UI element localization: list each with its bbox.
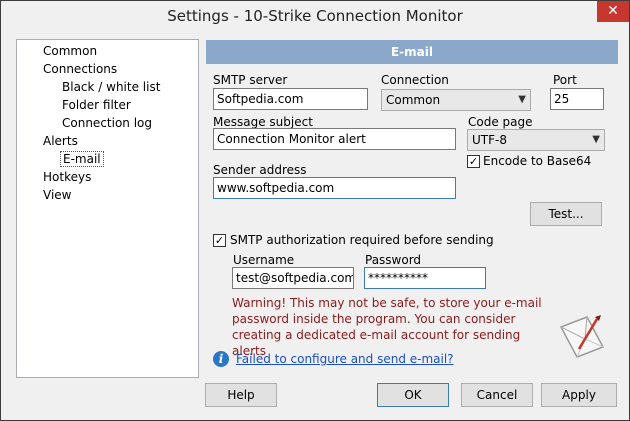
test-button[interactable]: Test... xyxy=(530,202,602,226)
code-page-label: Code page xyxy=(468,115,533,129)
encode-base64-label: Encode to Base64 xyxy=(483,154,592,168)
sender-address-label: Sender address xyxy=(213,163,307,177)
nav-item-view[interactable]: View xyxy=(43,187,71,203)
nav-item-connections[interactable]: Connections xyxy=(43,61,117,77)
connection-select-value: Common xyxy=(386,93,441,107)
connection-select[interactable]: Common ▼ xyxy=(381,89,531,111)
ok-button[interactable]: OK xyxy=(377,383,449,407)
nav-item-black-white-list[interactable]: Black / white list xyxy=(62,79,160,95)
panel-header: E-mail xyxy=(206,40,618,64)
email-help-link[interactable]: Failed to configure and send e-mail? xyxy=(236,352,454,366)
cancel-button[interactable]: Cancel xyxy=(461,383,533,407)
nav-item-alerts[interactable]: Alerts xyxy=(43,133,78,149)
encode-base64-checkbox[interactable]: ✓ xyxy=(467,155,480,168)
smtp-server-input[interactable]: Softpedia.com xyxy=(213,88,368,110)
nav-item-email[interactable]: E-mail xyxy=(60,151,104,167)
apply-button[interactable]: Apply xyxy=(541,383,617,407)
close-button[interactable]: ✕ xyxy=(597,1,629,22)
title-bar: Settings - 10-Strike Connection Monitor … xyxy=(1,1,629,32)
message-subject-label: Message subject xyxy=(213,115,313,129)
username-input[interactable]: test@softpedia.com xyxy=(232,267,354,289)
nav-item-common[interactable]: Common xyxy=(43,43,97,59)
connection-label: Connection xyxy=(381,73,449,87)
username-label: Username xyxy=(233,253,295,267)
password-label: Password xyxy=(365,253,422,267)
window-title: Settings - 10-Strike Connection Monitor xyxy=(167,7,463,25)
security-warning-text: Warning! This may not be safe, to store … xyxy=(232,296,542,358)
nav-item-folder-filter[interactable]: Folder filter xyxy=(62,97,131,113)
message-subject-input[interactable]: Connection Monitor alert xyxy=(213,128,456,150)
settings-nav-tree: Common Connections Black / white list Fo… xyxy=(16,39,199,378)
password-input[interactable]: ********** xyxy=(364,267,486,289)
port-input[interactable]: 25 xyxy=(550,88,604,110)
settings-window: Settings - 10-Strike Connection Monitor … xyxy=(0,0,630,421)
smtp-auth-checkbox[interactable]: ✓ xyxy=(213,234,226,247)
port-label: Port xyxy=(553,73,577,87)
smtp-server-label: SMTP server xyxy=(213,73,288,87)
nav-item-connection-log[interactable]: Connection log xyxy=(62,115,152,131)
info-icon: i xyxy=(213,351,229,367)
sender-address-input[interactable]: www.softpedia.com xyxy=(213,177,456,199)
email-envelope-icon xyxy=(559,315,605,358)
chevron-down-icon: ▼ xyxy=(518,94,526,105)
code-page-select-value: UTF-8 xyxy=(472,133,507,147)
smtp-auth-label: SMTP authorization required before sendi… xyxy=(230,233,494,247)
help-button[interactable]: Help xyxy=(205,383,277,407)
code-page-select[interactable]: UTF-8 ▼ xyxy=(467,129,605,151)
nav-item-hotkeys[interactable]: Hotkeys xyxy=(43,169,91,185)
chevron-down-icon: ▼ xyxy=(592,134,600,145)
